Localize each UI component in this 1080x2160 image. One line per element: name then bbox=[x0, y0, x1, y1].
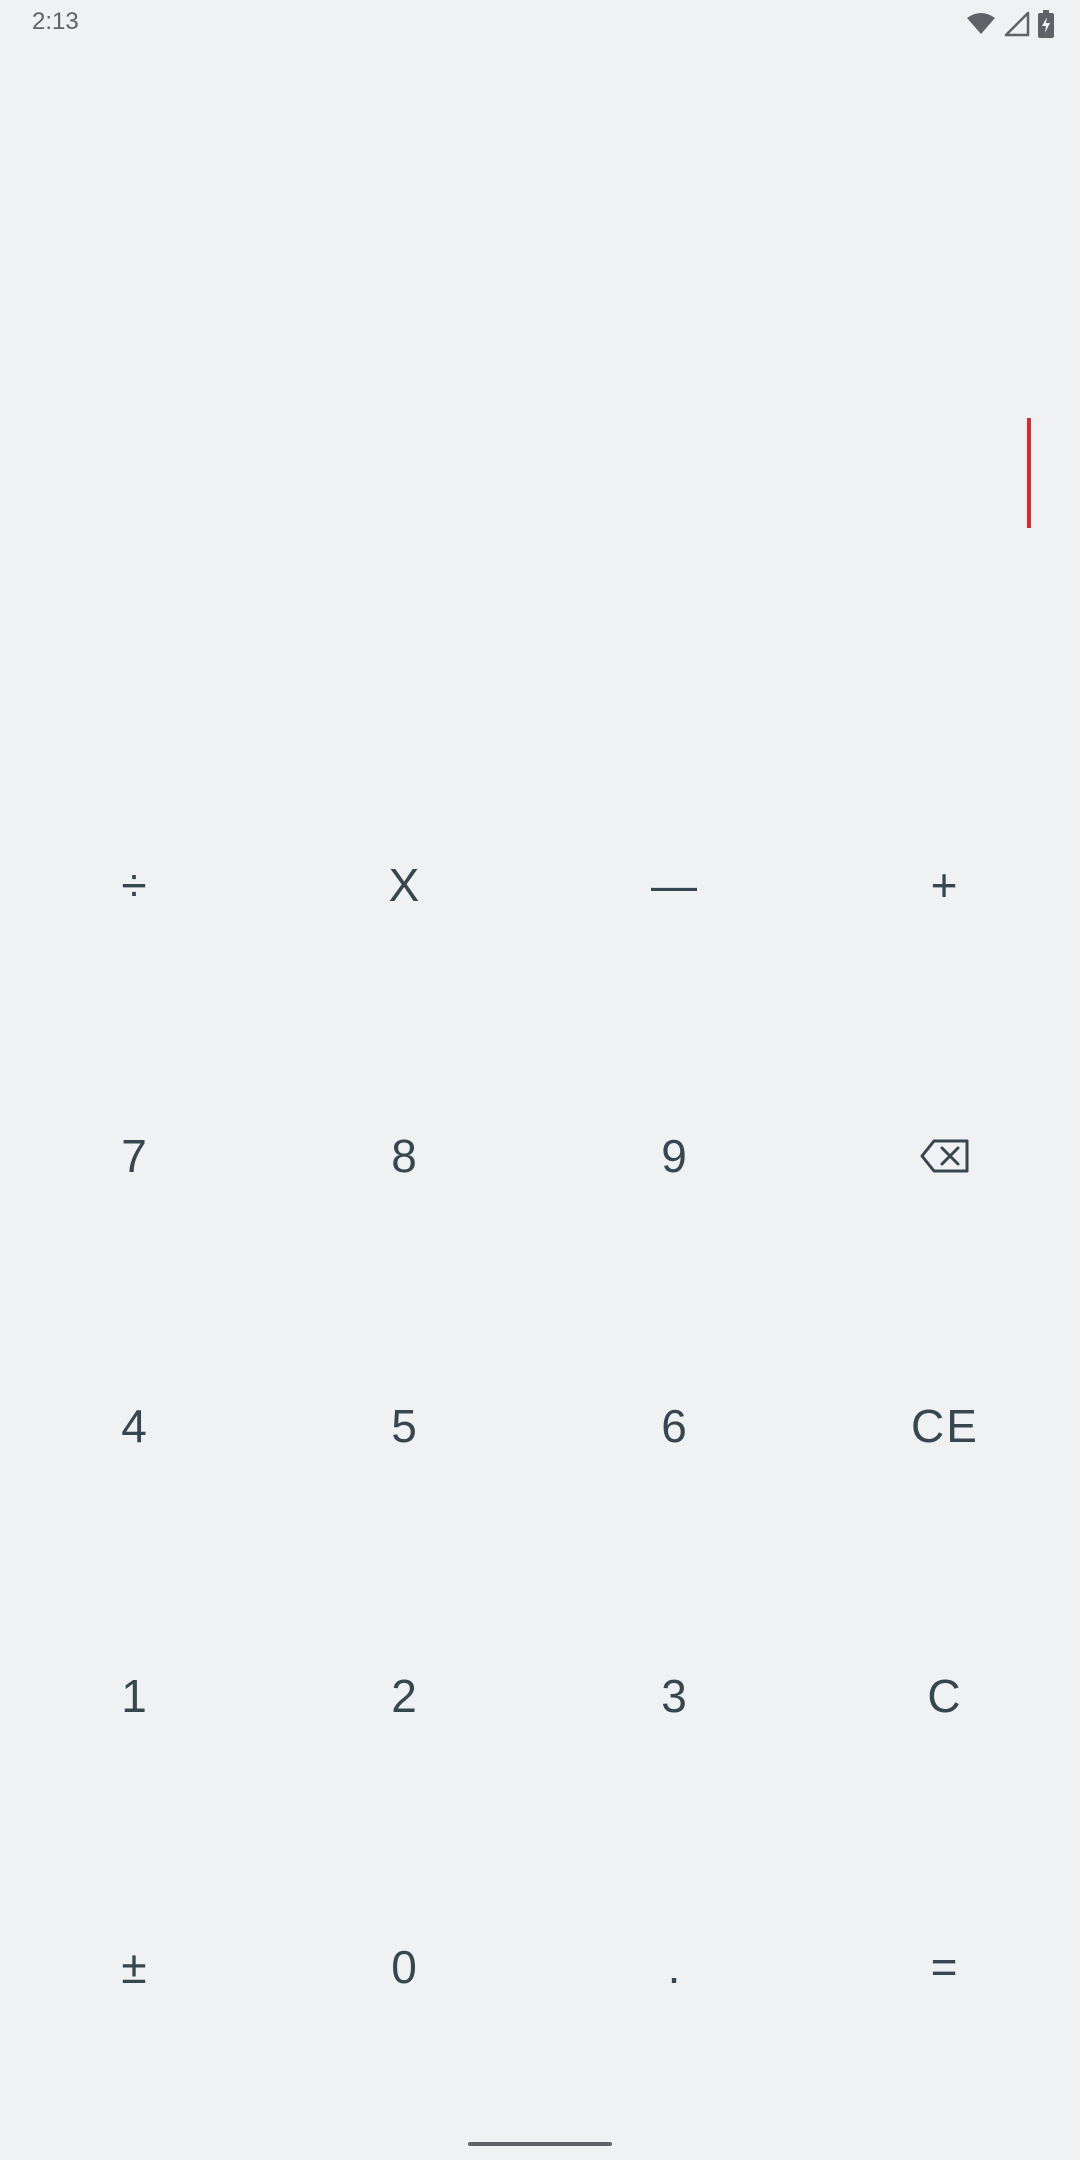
divide-button[interactable]: ÷ bbox=[0, 750, 270, 1020]
decimal-button[interactable]: . bbox=[540, 1832, 810, 2102]
subtract-button[interactable]: — bbox=[540, 750, 810, 1020]
digit-2-button[interactable]: 2 bbox=[270, 1561, 540, 1831]
backspace-button[interactable] bbox=[810, 1020, 1080, 1290]
equals-button[interactable]: = bbox=[810, 1832, 1080, 2102]
digit-5-button[interactable]: 5 bbox=[270, 1291, 540, 1561]
multiply-button[interactable]: X bbox=[270, 750, 540, 1020]
status-bar: 2:13 bbox=[0, 0, 1080, 48]
calculator-display[interactable] bbox=[0, 48, 1080, 808]
keypad: ÷ X — + 7 8 9 4 5 6 CE 1 2 3 C ± 0 . = bbox=[0, 750, 1080, 2102]
digit-6-button[interactable]: 6 bbox=[540, 1291, 810, 1561]
digit-8-button[interactable]: 8 bbox=[270, 1020, 540, 1290]
add-button[interactable]: + bbox=[810, 750, 1080, 1020]
text-cursor bbox=[1027, 418, 1031, 528]
digit-0-button[interactable]: 0 bbox=[270, 1832, 540, 2102]
calculator-screen: 2:13 ÷ X — + 7 8 9 4 5 6 CE 1 2 3 C ± 0 … bbox=[0, 0, 1080, 2160]
backspace-icon bbox=[920, 1139, 970, 1173]
digit-1-button[interactable]: 1 bbox=[0, 1561, 270, 1831]
digit-3-button[interactable]: 3 bbox=[540, 1561, 810, 1831]
cell-signal-icon bbox=[1004, 11, 1030, 37]
clear-entry-button[interactable]: CE bbox=[810, 1291, 1080, 1561]
wifi-icon bbox=[966, 12, 996, 36]
digit-4-button[interactable]: 4 bbox=[0, 1291, 270, 1561]
digit-7-button[interactable]: 7 bbox=[0, 1020, 270, 1290]
navigation-handle[interactable] bbox=[468, 2142, 612, 2146]
digit-9-button[interactable]: 9 bbox=[540, 1020, 810, 1290]
status-icons bbox=[966, 10, 1054, 38]
status-time: 2:13 bbox=[32, 8, 79, 35]
clear-button[interactable]: C bbox=[810, 1561, 1080, 1831]
battery-charging-icon bbox=[1038, 10, 1054, 38]
plus-minus-button[interactable]: ± bbox=[0, 1832, 270, 2102]
